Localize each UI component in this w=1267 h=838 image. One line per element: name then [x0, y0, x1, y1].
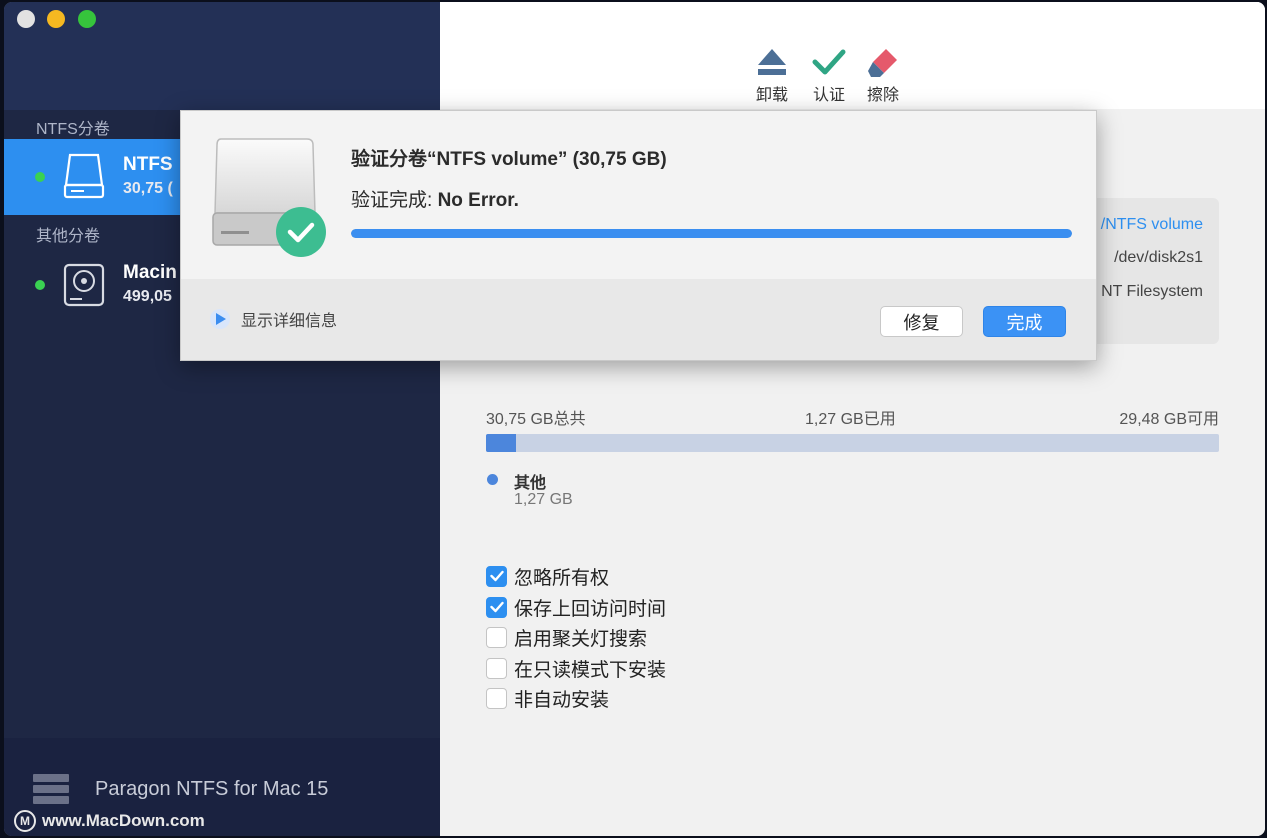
mounted-status-dot	[35, 172, 45, 182]
section-label-other: 其他分卷	[36, 228, 101, 245]
mount-point-link[interactable]: /NTFS volume	[1101, 216, 1203, 234]
section-label-ntfs: NTFS分卷	[36, 121, 110, 138]
option-row[interactable]: 忽略所有权	[486, 564, 610, 589]
eraser-icon	[868, 49, 897, 77]
app-window: NTFS分卷 NTFS 30,75 ( 其他分卷 Macin 499,05 Pa…	[4, 2, 1265, 836]
checkmark-icon	[489, 601, 504, 613]
usage-total: 30,75 GB总共	[486, 411, 586, 428]
filesystem-type: NT Filesystem	[1101, 283, 1203, 300]
volume-name: NTFS	[123, 154, 173, 175]
minimize-window-button[interactable]	[47, 10, 65, 28]
show-details-toggle[interactable]: 显示详细信息	[209, 307, 337, 331]
mounted-status-dot	[35, 280, 45, 290]
option-label: 保存上回访问时间	[514, 598, 667, 620]
watermark-text: www.MacDown.com	[42, 811, 205, 830]
erase-label: 擦除	[866, 87, 899, 104]
option-label: 启用聚关灯搜索	[514, 628, 648, 650]
usage-free: 29,48 GB可用	[1119, 411, 1219, 428]
app-name: Paragon NTFS for Mac 15	[95, 778, 329, 800]
erase-button[interactable]: 擦除	[858, 46, 908, 105]
paragon-logo-icon	[33, 774, 69, 804]
option-checkbox[interactable]	[486, 626, 507, 648]
option-label: 在只读模式下安装	[514, 659, 667, 681]
status-prefix: 验证完成:	[351, 190, 438, 211]
legend-dot	[487, 474, 498, 485]
disclosure-triangle-icon[interactable]	[209, 308, 231, 330]
usage-bar	[486, 434, 1219, 452]
option-checkbox[interactable]	[486, 596, 507, 618]
toolbar: 卸载 认证 擦除	[440, 2, 1265, 109]
status-value: No Error.	[437, 190, 519, 211]
unmount-label: 卸载	[755, 87, 788, 104]
legend-name: 其他	[514, 475, 547, 492]
option-checkbox[interactable]	[486, 565, 507, 587]
usage-used: 1,27 GB已用	[805, 411, 896, 428]
external-drive-success-icon	[212, 138, 326, 257]
unmount-button[interactable]: 卸载	[747, 46, 797, 105]
option-row[interactable]: 启用聚关灯搜索	[486, 625, 648, 650]
close-window-button[interactable]	[17, 10, 35, 28]
option-label: 非自动安装	[514, 689, 610, 711]
verify-dialog: 验证分卷“NTFS volume” (30,75 GB) 验证完成: No Er…	[180, 110, 1097, 361]
hard-disk-icon	[63, 263, 105, 307]
macdown-logo-icon: M	[14, 810, 36, 832]
option-checkbox[interactable]	[486, 657, 507, 679]
checkmark-icon	[489, 570, 504, 582]
watermark: M www.MacDown.com	[14, 810, 205, 832]
option-row[interactable]: 保存上回访问时间	[486, 595, 667, 620]
done-button[interactable]: 完成	[983, 306, 1066, 337]
volume-size: 30,75 (	[123, 180, 173, 197]
volume-size: 499,05	[123, 288, 172, 305]
dialog-status: 验证完成: No Error.	[351, 185, 519, 212]
progress-fill	[351, 229, 1072, 238]
repair-button[interactable]: 修复	[880, 306, 963, 337]
volume-name: Macin	[123, 262, 177, 283]
legend-value: 1,27 GB	[514, 491, 573, 508]
option-label: 忽略所有权	[514, 567, 610, 589]
device-path: /dev/disk2s1	[1114, 249, 1203, 266]
checkmark-icon	[812, 49, 846, 75]
option-checkbox[interactable]	[486, 687, 507, 709]
usage-bar-fill	[486, 434, 517, 452]
option-row[interactable]: 在只读模式下安装	[486, 656, 667, 681]
verify-progress-bar	[351, 229, 1072, 238]
maximize-window-button[interactable]	[78, 10, 96, 28]
verify-button[interactable]: 认证	[804, 46, 854, 105]
sidebar-header	[4, 2, 440, 110]
verify-label: 认证	[812, 87, 845, 104]
drive-icon	[63, 153, 105, 199]
eject-icon	[758, 49, 786, 75]
option-row[interactable]: 非自动安装	[486, 686, 610, 711]
dialog-title: 验证分卷“NTFS volume” (30,75 GB)	[351, 149, 667, 170]
show-details-label: 显示详细信息	[241, 313, 338, 330]
